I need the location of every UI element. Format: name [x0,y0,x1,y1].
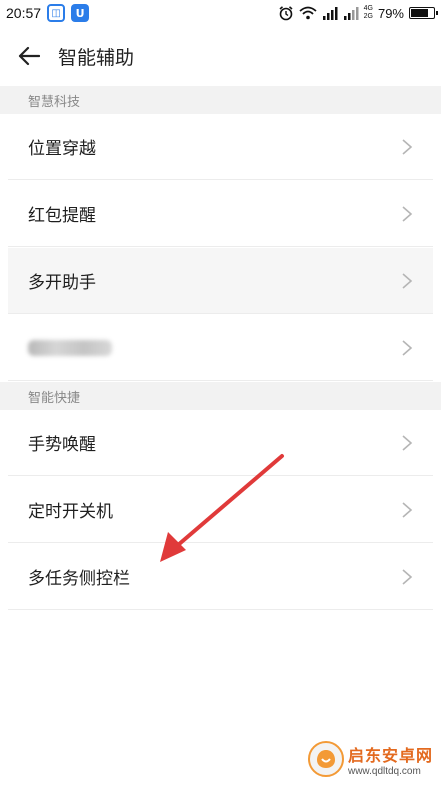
battery-icon [409,7,438,19]
status-time: 20:57 [6,5,42,21]
signal-icon-2 [343,7,359,20]
chevron-right-icon [402,138,413,155]
status-bar: 20:57 ◫ U 4G 2G 79% [0,0,441,26]
item-label: 多开助手 [28,273,96,293]
signal-icon [322,7,338,20]
status-right: 4G 2G 79% [278,5,438,21]
scan-app-icon: ◫ [47,4,66,22]
page-title: 智能辅助 [58,46,135,69]
battery-fill [411,9,429,17]
network-type: 4G 2G [364,5,373,21]
chevron-right-icon [402,339,413,356]
chevron-right-icon [402,434,413,451]
item-label: 红包提醒 [28,206,96,226]
chevron-right-icon [402,501,413,518]
network-type-2: 2G [363,13,373,20]
network-type-1: 4G [363,5,373,12]
item-label: 多任务侧控栏 [28,569,130,589]
chevron-right-icon [402,568,413,585]
list-item-scheduled-power[interactable]: 定时开关机 [8,477,433,543]
back-button[interactable] [0,26,58,86]
chevron-right-icon [402,205,413,222]
item-label: 位置穿越 [28,139,96,159]
back-arrow-icon [18,46,40,66]
watermark-url: www.qdltdq.com [347,765,421,777]
app-header: 智能辅助 [0,26,441,86]
status-left: 20:57 ◫ U [6,4,90,22]
item-label: 手势唤醒 [28,435,96,455]
watermark-text: 启东安卓网 www.qdltdq.com [348,742,433,777]
alarm-icon [279,6,293,21]
wifi-icon [299,6,317,20]
list-item-multitask-sidebar[interactable]: 多任务侧控栏 [8,544,433,610]
chevron-right-icon [402,272,413,289]
list-item-location-travel[interactable]: 位置穿越 [8,114,433,180]
section-header-smart-shortcut: 智能快捷 [0,382,441,410]
list-item-gesture-wake[interactable]: 手势唤醒 [8,410,433,476]
shield-app-icon: U [71,4,90,22]
watermark-logo-icon [307,741,344,777]
watermark: 启东安卓网 www.qdltdq.com [307,741,433,777]
battery-percent: 79% [377,5,404,21]
item-label: 定时开关机 [28,502,113,522]
list-item-red-packet-reminder[interactable]: 红包提醒 [8,181,433,247]
list-item-multi-open-assistant[interactable]: 多开助手 [8,248,433,314]
section-header-smart-tech: 智慧科技 [0,86,441,114]
blurred-label [28,339,112,356]
list-item-blurred[interactable] [8,315,433,381]
watermark-name: 启东安卓网 [347,745,433,765]
